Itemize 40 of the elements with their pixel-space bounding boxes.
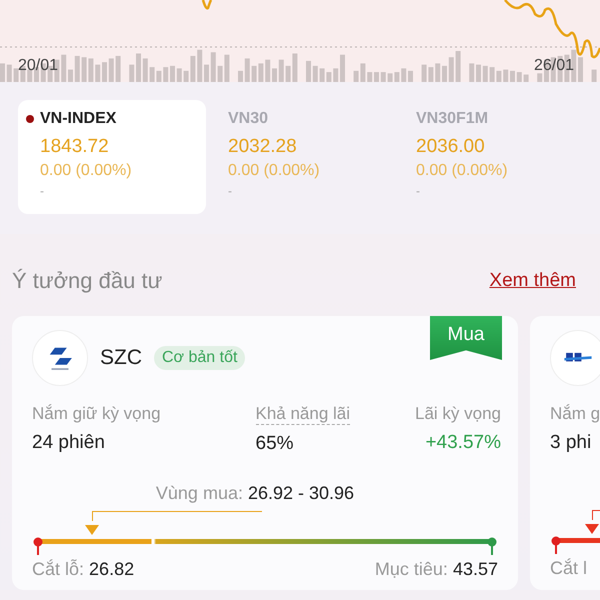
stat-label: Nắm giữ kỳ vọng [32, 404, 161, 424]
marker-triangle-icon [585, 524, 599, 534]
stop-loss-text: Cắt l [550, 558, 588, 579]
idea-card[interactable]: Mua SZC Cơ bản tốt Nắm giữ kỳ vọng 24 phiên Khả năng lãi 65% Lãi kỳ vọng +43.57% Vùng mua: 26.92 - 30.96 Cắt lỗ: 26.82 Mục tiêu: 43.57 [12, 316, 518, 590]
index-note: - [228, 184, 233, 198]
selected-dot-icon [26, 115, 34, 123]
idea-card[interactable]: Nắm g 3 phi Cắt l [530, 316, 600, 590]
stat-value: 24 phiên [32, 432, 106, 454]
stat-label: Khả năng lãi [256, 404, 350, 425]
index-value: 2032.28 [228, 136, 298, 158]
index-card[interactable]: VN-INDEX 1843.72 0.00 (0.00%) - [18, 100, 206, 214]
index-change: 0.00 (0.00%) [416, 162, 509, 180]
buy-zone-text: Vùng mua: 26.92 - 30.96 [156, 483, 354, 503]
stat-label: Lãi kỳ vọng [414, 404, 501, 424]
see-more-link[interactable]: Xem thêm [489, 270, 576, 292]
index-name: VN-INDEX [40, 110, 116, 128]
index-change: 0.00 (0.00%) [228, 162, 321, 180]
stop-loss-text: Cắt lỗ: 26.82 [32, 559, 134, 580]
stat-value: 65% [256, 433, 295, 455]
stat-value: 3 phi [550, 432, 592, 454]
signal-ribbon: Mua [430, 316, 502, 360]
stock-symbol: SZC [100, 346, 142, 370]
rating-tag: Cơ bản tốt [154, 346, 246, 370]
stat-label: Nắm g [550, 404, 600, 424]
index-value: 2036.00 [416, 136, 486, 158]
index-change: 0.00 (0.00%) [40, 162, 133, 180]
section-title: Ý tưởng đầu tư [12, 268, 162, 294]
index-name: VN30F1M [416, 110, 488, 128]
stat-value: +43.57% [425, 432, 501, 454]
date-label: 26/01 [534, 57, 574, 75]
index-note: - [416, 184, 421, 198]
target-text: Mục tiêu: 43.57 [374, 559, 498, 580]
index-value: 1843.72 [40, 136, 110, 158]
target-pin-icon [487, 537, 497, 555]
stop-pin-icon [33, 537, 43, 555]
company-logo-icon [550, 330, 600, 386]
index-name: VN30 [228, 110, 268, 128]
index-note: - [40, 184, 45, 198]
stop-pin-icon [551, 536, 561, 554]
date-label: 20/01 [18, 57, 58, 75]
